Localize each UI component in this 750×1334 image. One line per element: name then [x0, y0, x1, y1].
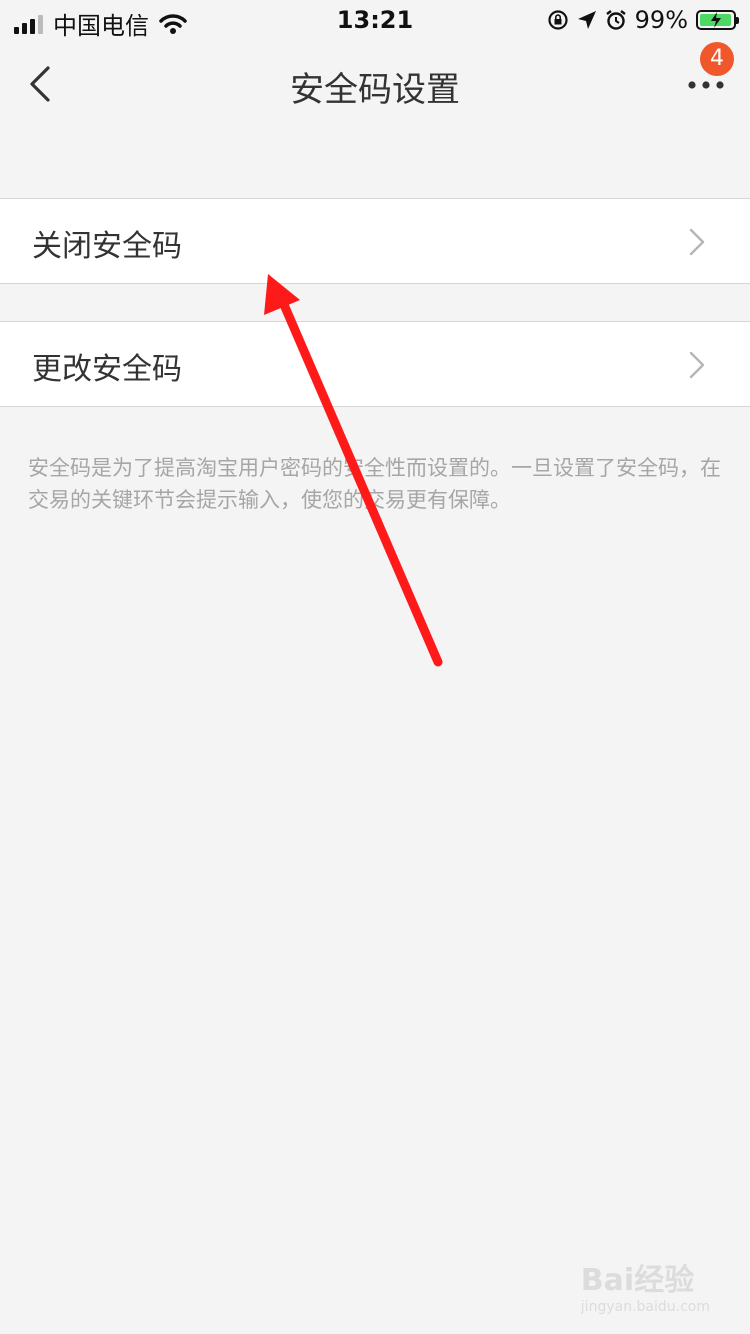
battery-icon — [696, 10, 739, 30]
watermark: Bai经验 jingyan.baidu.com — [580, 1263, 710, 1315]
status-bar: 中国电信 13:21 99% — [0, 0, 750, 40]
watermark-brand: Bai经验 — [580, 1263, 695, 1298]
menu-item-label: 关闭安全码 — [32, 229, 182, 264]
battery-percent: 99% — [634, 6, 688, 34]
chevron-right-icon — [689, 228, 705, 256]
notification-badge: 4 — [700, 42, 734, 76]
chevron-right-icon — [689, 351, 705, 379]
nav-bar: 安全码设置 — [0, 40, 750, 128]
orientation-lock-icon — [548, 10, 568, 30]
close-security-code-item[interactable]: 关闭安全码 — [0, 198, 750, 284]
alarm-icon — [605, 10, 626, 30]
change-security-code-item[interactable]: 更改安全码 — [0, 321, 750, 407]
page-title: 安全码设置 — [290, 70, 460, 110]
security-code-description: 安全码是为了提高淘宝用户密码的安全性而设置的。一旦设置了安全码，在交易的关键环节… — [28, 456, 721, 512]
menu-item-label: 更改安全码 — [32, 352, 182, 387]
status-right: 99% — [547, 6, 739, 34]
location-icon — [577, 11, 596, 29]
watermark-domain: jingyan.baidu.com — [580, 1299, 710, 1315]
